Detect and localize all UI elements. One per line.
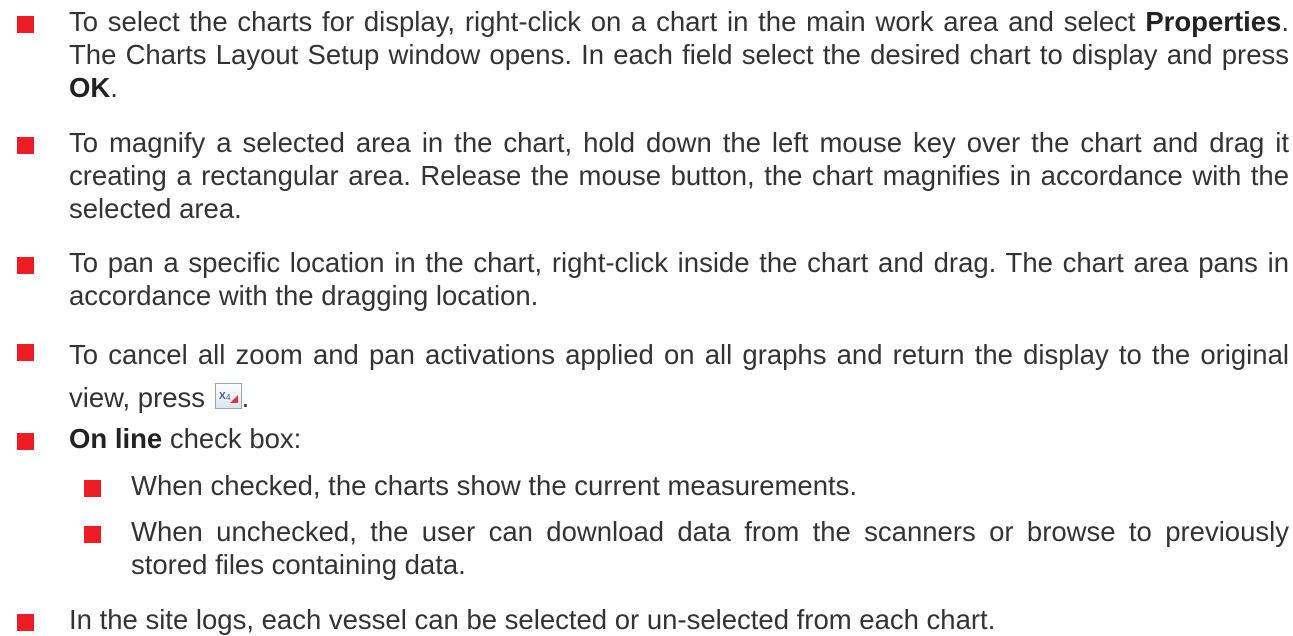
properties-label: Properties (1145, 6, 1282, 37)
list-item: On line check box: (69, 422, 1289, 455)
document-page: To select the charts for display, right-… (0, 0, 1293, 635)
item-text: To cancel all zoom and pan activations a… (69, 339, 1289, 413)
list-item: To magnify a selected area in the chart,… (69, 127, 1289, 224)
svg-text:X: X (219, 391, 226, 402)
bullet-marker (17, 614, 34, 631)
sub-list-item: When unchecked, the user can download da… (131, 516, 1289, 580)
list-item: In the site logs, each vessel can be sel… (69, 604, 996, 635)
item-text: check box: (162, 423, 302, 454)
bullet-marker (17, 137, 34, 154)
bullet-marker (17, 257, 34, 274)
item-text: . (241, 382, 250, 413)
reset-zoom-icon: X4 (214, 383, 242, 409)
list-item: To cancel all zoom and pan activations a… (69, 333, 1289, 419)
item-text: To select the charts for display, right-… (69, 6, 1146, 37)
sub-bullet-marker (84, 480, 101, 497)
bullet-marker (17, 16, 34, 33)
list-item: To pan a specific location in the chart,… (69, 247, 1289, 311)
sub-bullet-marker (84, 526, 101, 543)
ok-label: OK (69, 72, 111, 103)
online-label: On line (69, 423, 163, 454)
bullet-marker (17, 344, 34, 361)
list-item: To select the charts for display, right-… (69, 5, 1289, 104)
svg-text:4: 4 (226, 393, 231, 402)
item-text: . (110, 72, 118, 103)
bullet-marker (17, 433, 34, 450)
sub-list-item: When checked, the charts show the curren… (131, 470, 858, 501)
